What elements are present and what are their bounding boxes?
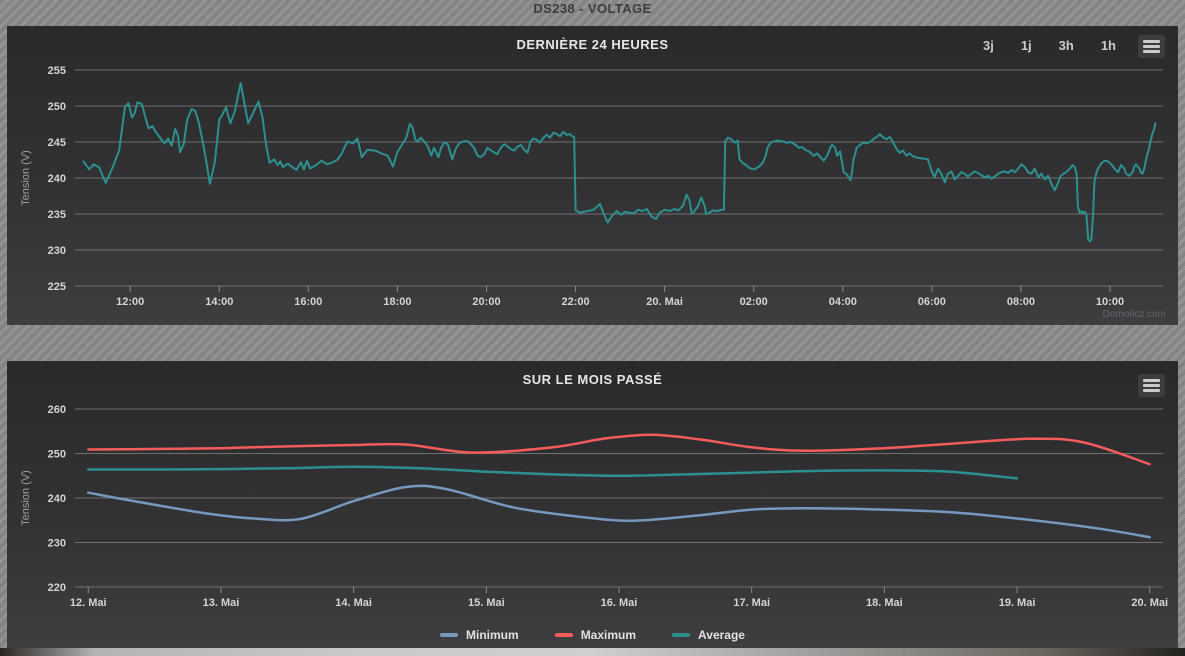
x-tick-label: 14. Mai	[335, 597, 372, 609]
y-tick-label: 220	[48, 582, 66, 594]
x-tick-label: 19. Mai	[999, 597, 1036, 609]
x-tick-label: 20. Mai	[646, 296, 683, 308]
chart-24h-plot: 225 230 235 240 245 250 255 12:00 14:00 16:00 18:0…	[7, 26, 1178, 325]
page-title: DS238 - VOLTAGE	[533, 0, 651, 16]
x-tick-label: 20:00	[472, 296, 500, 308]
y-tick-label: 230	[48, 538, 66, 550]
x-tick-label: 18. Mai	[866, 597, 903, 609]
x-tick-label: 16:00	[294, 296, 322, 308]
series-maximum	[88, 435, 1149, 464]
x-tick-label: 10:00	[1096, 296, 1124, 308]
x-tick-label: 16. Mai	[601, 597, 638, 609]
y-tick-label: 240	[48, 173, 66, 185]
x-tick-label: 12. Mai	[70, 597, 107, 609]
background-photo-strip	[0, 648, 1185, 656]
x-tick-label: 06:00	[918, 296, 946, 308]
legend-item-minimum[interactable]: Minimum	[440, 628, 519, 642]
series-tension	[84, 83, 1156, 241]
legend-swatch-icon	[440, 633, 458, 637]
x-tick-label: 15. Mai	[468, 597, 505, 609]
chart-panel-24h: DERNIÈRE 24 HEURES 3j 1j 3h 1h 225230235…	[7, 26, 1178, 325]
x-tick-label: 12:00	[116, 296, 144, 308]
series-minimum	[88, 486, 1149, 537]
page-header: DS238 - VOLTAGE	[0, 0, 1185, 26]
y-tick-label: 260	[48, 404, 66, 416]
x-tick-label: 02:00	[740, 296, 768, 308]
legend-swatch-icon	[672, 633, 690, 637]
x-tick-label: 14:00	[205, 296, 233, 308]
legend-label: Average	[698, 628, 745, 642]
legend-label: Maximum	[581, 628, 636, 642]
x-tick-label: 13. Mai	[203, 597, 240, 609]
y-tick-label: 250	[48, 449, 66, 461]
legend-item-maximum[interactable]: Maximum	[555, 628, 636, 642]
x-tick-label: 18:00	[383, 296, 411, 308]
chart-month-plot: 220 230 240 250 260 12. Mai 13. Mai 14. Mai 15. …	[7, 361, 1178, 648]
credits-link[interactable]: Domoticz.com	[1103, 309, 1166, 320]
legend-item-average[interactable]: Average	[672, 628, 745, 642]
y-tick-label: 230	[48, 245, 66, 257]
y-tick-label: 240	[48, 493, 66, 505]
series-average	[88, 467, 1017, 479]
y-tick-label: 225	[48, 281, 66, 293]
y-tick-label: 250	[48, 101, 66, 113]
x-tick-label: 20. Mai	[1131, 597, 1168, 609]
y-axis-title: Tension (V)	[20, 150, 32, 206]
chart-panel-month: SUR LE MOIS PASSÉ 22023024025026012. Mai…	[7, 361, 1178, 648]
y-tick-label: 255	[48, 65, 66, 77]
legend-label: Minimum	[466, 628, 519, 642]
x-tick-label: 22:00	[562, 296, 590, 308]
chart-legend: Minimum Maximum Average	[7, 628, 1178, 642]
y-tick-label: 245	[48, 137, 66, 149]
x-tick-label: 17. Mai	[733, 597, 770, 609]
x-tick-label: 08:00	[1007, 296, 1035, 308]
x-tick-label: 04:00	[829, 296, 857, 308]
y-axis-title: Tension (V)	[20, 470, 32, 526]
y-tick-label: 235	[48, 209, 66, 221]
legend-swatch-icon	[555, 633, 573, 637]
